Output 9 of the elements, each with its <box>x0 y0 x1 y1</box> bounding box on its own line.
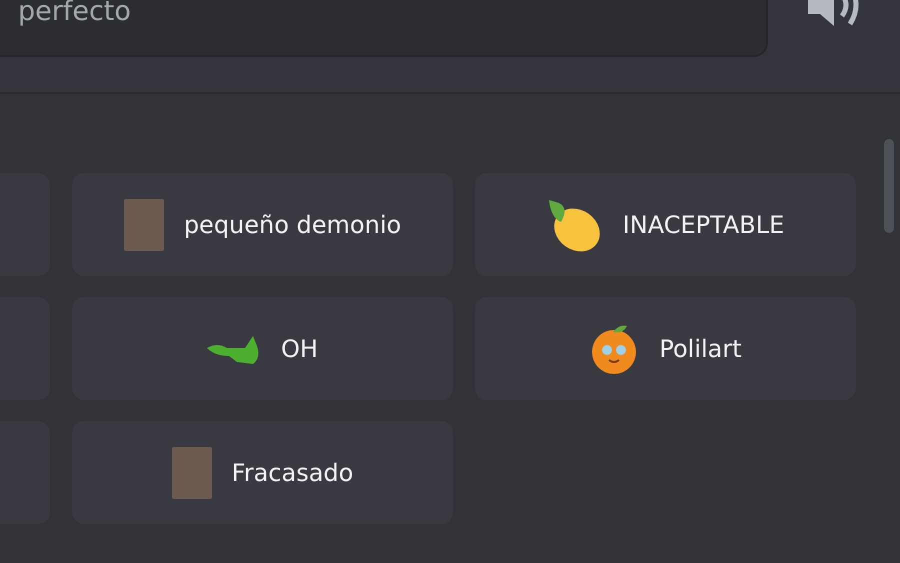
photo-placeholder <box>172 446 212 498</box>
sound-tile[interactable]: Fracasado <box>72 421 453 524</box>
lemon-icon <box>546 198 603 252</box>
sound-tile[interactable]: pequeño demonio <box>72 173 453 276</box>
photo-placeholder <box>124 198 164 250</box>
sound-tile[interactable]: OH <box>72 297 453 400</box>
scrollbar-thumb[interactable] <box>884 139 894 233</box>
sound-tile[interactable]: INACEPTABLE <box>475 173 856 276</box>
sound-tile[interactable]: Polilart <box>475 297 856 400</box>
